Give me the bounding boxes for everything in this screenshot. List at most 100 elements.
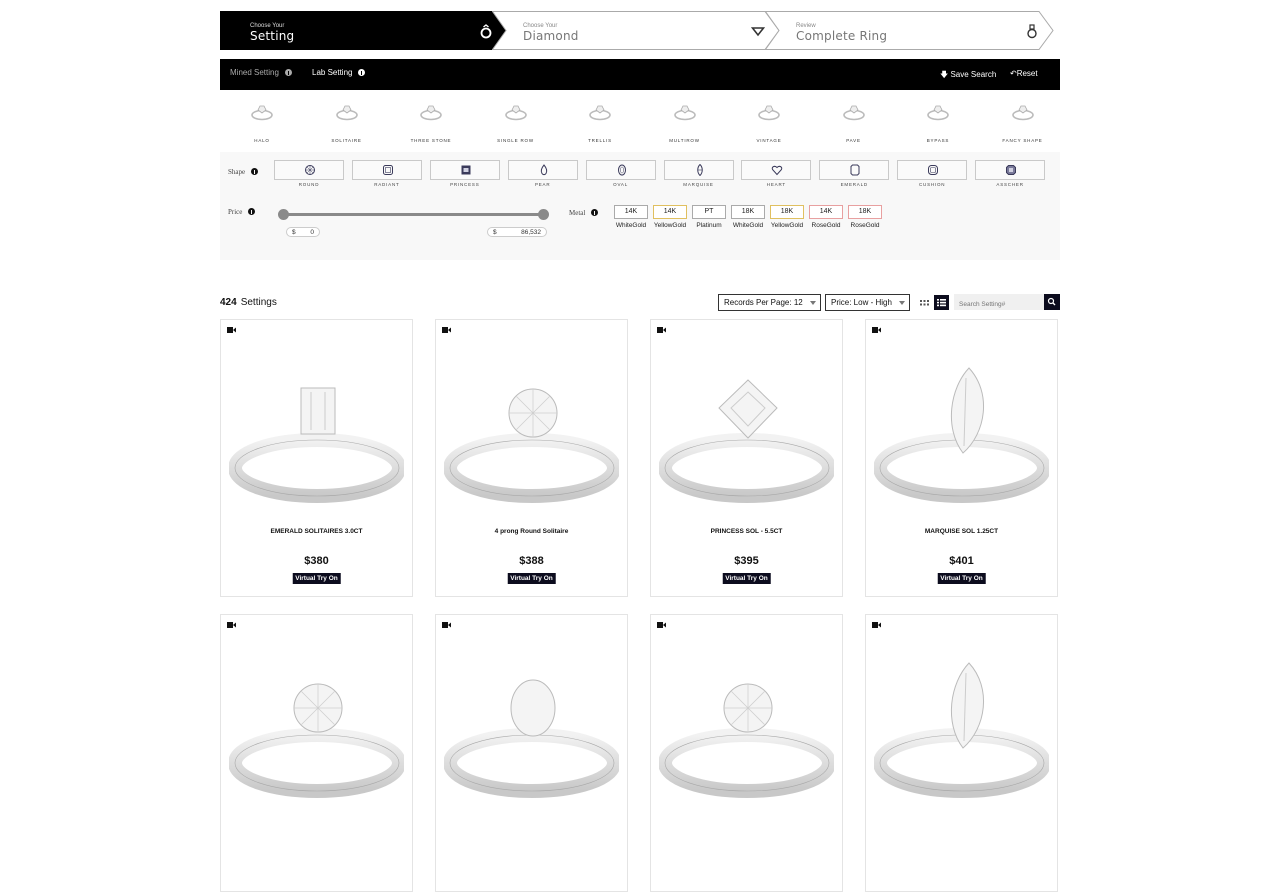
search-icon[interactable] [1044, 294, 1060, 310]
product-name[interactable]: EMERALD SOLITAIRES 3.0CT [221, 528, 412, 535]
ring-image[interactable] [229, 358, 404, 508]
product-name[interactable]: 4 prong Round Solitaire [436, 528, 627, 535]
ring-style-pave[interactable]: PAVE [812, 96, 896, 143]
shape-pear[interactable] [507, 160, 578, 180]
records-per-page-select[interactable]: Records Per Page: 12 [718, 294, 821, 311]
search-setting-input[interactable] [954, 294, 1044, 310]
video-camera-icon[interactable] [657, 327, 666, 333]
ring-image[interactable] [444, 653, 619, 803]
records-per-page-value: Records Per Page: 12 [724, 298, 803, 307]
ring-image[interactable] [229, 653, 404, 803]
ring-thumbnail-icon [504, 105, 527, 121]
sort-select[interactable]: Price: Low - High [825, 294, 910, 311]
step-review-complete-ring[interactable]: Review Complete Ring [765, 11, 1054, 50]
metal-option-14k-rosegold[interactable]: 14K [809, 205, 843, 219]
shape-round[interactable] [274, 160, 344, 180]
ring-style-solitaire[interactable]: SOLITAIRE [305, 96, 389, 143]
info-icon[interactable] [358, 69, 366, 76]
metal-option-18k-yellowgold[interactable]: 18K [770, 205, 804, 219]
video-camera-icon[interactable] [227, 327, 236, 333]
shape-label: RADIANT [374, 182, 400, 187]
shape-cushion[interactable] [897, 160, 968, 180]
product-card[interactable]: PRINCESS SOL - 5.5CT $395 Virtual Try On [650, 319, 843, 597]
ring-image[interactable] [874, 358, 1049, 508]
virtual-try-on-button[interactable]: Virtual Try On [292, 573, 341, 584]
ring-style-three-stone[interactable]: THREE STONE [389, 96, 473, 143]
step-choose-setting[interactable]: Choose Your Setting [220, 11, 507, 50]
round-shape-icon [305, 165, 315, 175]
ring-image[interactable] [874, 653, 1049, 803]
virtual-try-on-button[interactable]: Virtual Try On [722, 573, 771, 584]
product-card[interactable]: EMERALD SOLITAIRES 3.0CT $380 Virtual Try … [220, 319, 413, 597]
metal-name: RoseGold [811, 222, 841, 229]
ring-image[interactable] [659, 358, 834, 508]
video-camera-icon[interactable] [657, 622, 666, 628]
ring-style-list: HALO SOLITAIRE THREE STONE SINGLE ROW TRELLI… [220, 96, 1060, 146]
chevron-down-icon [810, 301, 816, 305]
tab-mined-setting[interactable]: Mined Setting [230, 68, 292, 77]
product-card[interactable] [650, 614, 843, 892]
shape-asscher[interactable] [975, 160, 1046, 180]
metal-option-18k-whitegold[interactable]: 18K [731, 205, 765, 219]
metal-name: YellowGold [653, 222, 687, 229]
shape-princess[interactable] [429, 160, 500, 180]
metal-option-14k-whitegold[interactable]: 14K [614, 205, 648, 219]
metal-option-14k-yellowgold[interactable]: 14K [653, 205, 687, 219]
metal-option-18k-rosegold[interactable]: 18K [848, 205, 882, 219]
ring-style-multirow[interactable]: MULTIROW [643, 96, 727, 143]
virtual-try-on-button[interactable]: Virtual Try On [507, 573, 556, 584]
ring-style-fancy-shape[interactable]: FANCY SHAPE [981, 96, 1065, 143]
video-camera-icon[interactable] [872, 327, 881, 333]
shape-heart[interactable] [741, 160, 812, 180]
product-card[interactable]: 4 prong Round Solitaire $388 Virtual Try O… [435, 319, 628, 597]
shape-label: ASSCHER [996, 182, 1024, 187]
save-search-button[interactable]: 🡇 Save Search [940, 69, 996, 83]
price-slider-min-handle[interactable] [278, 209, 289, 220]
virtual-try-on-button[interactable]: Virtual Try On [937, 573, 986, 584]
info-icon[interactable] [251, 168, 259, 175]
info-icon[interactable] [284, 69, 292, 76]
product-card[interactable] [865, 614, 1058, 892]
ring-style-single-row[interactable]: SINGLE ROW [474, 96, 558, 143]
ring-style-vintage[interactable]: VINTAGE [727, 96, 811, 143]
shape-marquise[interactable] [663, 160, 734, 180]
price-min-input[interactable]: $0 [286, 227, 320, 237]
product-card[interactable]: MARQUISE SOL 1.25CT $401 Virtual Try On [865, 319, 1058, 597]
price-max-value: 86,532 [521, 229, 541, 236]
ring-image[interactable] [444, 358, 619, 508]
info-icon[interactable] [248, 208, 256, 215]
product-name[interactable]: PRINCESS SOL - 5.5CT [651, 528, 842, 535]
reset-button[interactable]: ↶Reset [1010, 69, 1038, 78]
price-max-input[interactable]: $86,532 [487, 227, 547, 237]
ring-style-trellis[interactable]: TRELLIS [558, 96, 642, 143]
setting-type-bar: Mined Setting Lab Setting 🡇 Save Search … [220, 59, 1060, 90]
video-camera-icon[interactable] [442, 622, 451, 628]
video-camera-icon[interactable] [872, 622, 881, 628]
tab-lab-setting[interactable]: Lab Setting [312, 68, 366, 77]
ring-thumbnail-icon [420, 105, 442, 121]
shape-oval[interactable] [585, 160, 656, 180]
ring-thumbnail-icon [842, 105, 865, 121]
info-icon[interactable] [591, 209, 599, 216]
shape-label-text: Shape [228, 168, 246, 176]
step-choose-diamond[interactable]: Choose Your Diamond [492, 11, 780, 50]
video-camera-icon[interactable] [442, 327, 451, 333]
marquise-shape-icon [696, 164, 703, 176]
shape-radiant[interactable] [351, 160, 422, 180]
list-view-icon[interactable] [934, 295, 949, 310]
price-slider-max-handle[interactable] [538, 209, 549, 220]
metal-option-pt-platinum[interactable]: PT [692, 205, 726, 219]
ring-style-bypass[interactable]: BYPASS [896, 96, 980, 143]
ring-image[interactable] [659, 653, 834, 803]
video-camera-icon[interactable] [227, 622, 236, 628]
price-slider-track[interactable] [283, 213, 544, 216]
metal-name: WhiteGold [615, 222, 647, 229]
grid-view-icon[interactable] [918, 296, 931, 309]
ring-style-halo[interactable]: HALO [220, 96, 304, 143]
product-card[interactable] [220, 614, 413, 892]
metal-name: RoseGold [850, 222, 880, 229]
shape-emerald[interactable] [819, 160, 890, 180]
metal-filter-label: Metal [569, 209, 599, 217]
product-name[interactable]: MARQUISE SOL 1.25CT [866, 528, 1057, 535]
product-card[interactable] [435, 614, 628, 892]
